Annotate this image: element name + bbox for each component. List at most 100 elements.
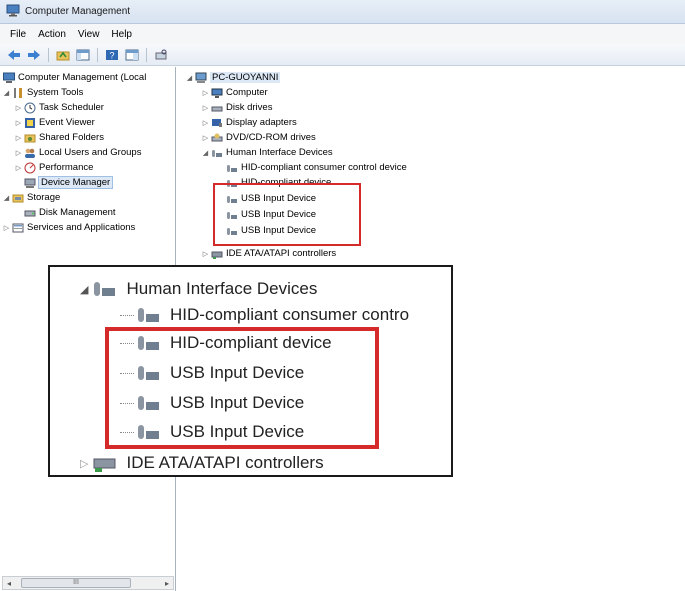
collapsed-arrow-icon[interactable]: ▷ [201,130,210,145]
zoom-label: IDE ATA/ATAPI controllers [126,453,324,472]
services-icon [12,222,24,234]
tree-label: Disk drives [226,102,273,113]
menu-bar: File Action View Help [0,24,685,44]
shared-folder-icon [24,132,36,144]
collapsed-arrow-icon: ▷ [80,457,89,470]
title-bar: Computer Management [0,0,685,24]
collapsed-arrow-icon[interactable]: ▷ [201,100,210,115]
tree-item-computer[interactable]: ▷ Computer [201,85,268,100]
disk-icon [24,207,36,219]
device-manager-icon [24,177,36,189]
tree-item-storage[interactable]: ◢ Storage [2,190,60,205]
tree-label: Device Manager [37,176,114,189]
zoom-label: Human Interface Devices [126,279,318,298]
console-tree-icon[interactable] [75,47,91,63]
tree-label: System Tools [27,87,84,98]
tree-item-local-users[interactable]: ▷ Local Users and Groups [14,145,142,160]
performance-icon [24,162,36,174]
tree-item-services-apps[interactable]: ▷ Services and Applications [2,220,135,235]
expanded-arrow-icon[interactable]: ◢ [2,85,11,100]
menu-action[interactable]: Action [32,29,72,40]
collapsed-arrow-icon[interactable]: ▷ [201,246,210,261]
toolbar-separator [48,47,49,62]
hid-device-icon [136,304,162,326]
forward-icon[interactable] [26,47,42,63]
expanded-arrow-icon: ◢ [80,283,89,296]
tree-item-pc[interactable]: ◢ PC-GUOYANNI [185,70,281,85]
tree-item-dvd-drives[interactable]: ▷ DVD/CD-ROM drives [201,130,316,145]
tree-label: Computer [226,87,268,98]
collapsed-arrow-icon[interactable]: ▷ [201,85,210,100]
tree-label: Task Scheduler [39,102,104,113]
zoom-item-ide-controllers: ▷ IDE ATA/ATAPI controllers [80,449,324,475]
pc-icon [195,72,207,84]
back-icon[interactable] [6,47,22,63]
scroll-right-icon[interactable]: ▸ [161,579,173,588]
tree-label: Shared Folders [39,132,104,143]
scan-hardware-icon[interactable] [153,47,169,63]
help-icon[interactable]: ? [104,47,120,63]
tree-item-human-interface-devices[interactable]: ◢ Human Interface Devices [201,145,333,160]
ide-controller-icon [211,248,223,260]
tree-item-disk-management[interactable]: Disk Management [23,205,116,220]
scroll-thumb[interactable]: III [21,578,131,588]
collapsed-arrow-icon[interactable]: ▷ [14,145,23,160]
expanded-arrow-icon[interactable]: ◢ [185,70,194,85]
highlight-box [213,183,361,246]
collapsed-arrow-icon[interactable]: ▷ [14,115,23,130]
tree-label: Performance [39,162,94,173]
dvd-drive-icon [211,132,223,144]
tree-item-display-adapters[interactable]: ▷ Display adapters [201,115,297,130]
hid-icon [211,147,223,159]
computer-icon [211,87,223,99]
tree-label: Storage [27,192,61,203]
tree-item-device-manager[interactable]: Device Manager [23,175,114,190]
tree-item-disk-drives[interactable]: ▷ Disk drives [201,100,273,115]
scroll-left-icon[interactable]: ◂ [3,579,15,588]
hid-device-icon [226,162,238,174]
hid-icon [92,278,118,300]
storage-icon [12,192,24,204]
collapsed-arrow-icon[interactable]: ▷ [14,160,23,175]
collapsed-arrow-icon[interactable]: ▷ [201,115,210,130]
toolbar: ? [0,44,685,66]
expanded-arrow-icon[interactable]: ◢ [2,190,11,205]
menu-file[interactable]: File [4,29,32,40]
zoom-item-hid-consumer-control: HID-compliant consumer contro [120,301,409,329]
tree-label: Human Interface Devices [226,147,333,158]
tree-item-performance[interactable]: ▷ Performance [14,160,93,175]
zoom-label: HID-compliant consumer contro [170,305,410,324]
tree-item-computer-management[interactable]: Computer Management (Local [2,70,146,85]
tree-label: HID-compliant consumer control device [241,162,407,173]
tree-label: Local Users and Groups [39,147,142,158]
tree-label: Disk Management [39,207,116,218]
zoom-inset: ◢ Human Interface Devices HID-compliant … [48,265,453,477]
tree-item-task-scheduler[interactable]: ▷ Task Scheduler [14,100,104,115]
collapsed-arrow-icon[interactable]: ▷ [14,130,23,145]
menu-help[interactable]: Help [105,29,138,40]
toolbar-separator [146,47,147,62]
up-folder-icon[interactable] [55,47,71,63]
event-viewer-icon [24,117,36,129]
window-title: Computer Management [25,6,131,17]
tree-label: Event Viewer [39,117,95,128]
zoom-item-human-interface-devices: ◢ Human Interface Devices [80,275,317,303]
menu-view[interactable]: View [72,29,106,40]
tree-label: PC-GUOYANNI [210,72,281,83]
tree-connector [120,314,134,316]
expanded-arrow-icon[interactable]: ◢ [201,145,210,160]
tree-item-hid-consumer-control[interactable]: HID-compliant consumer control device [225,160,407,175]
tree-item-system-tools[interactable]: ◢ System Tools [2,85,84,100]
properties-icon[interactable] [124,47,140,63]
toolbar-separator [97,47,98,62]
horizontal-scrollbar[interactable]: ◂ III ▸ [2,576,174,590]
collapsed-arrow-icon[interactable]: ▷ [14,100,23,115]
users-icon [24,147,36,159]
clock-icon [24,102,36,114]
svg-text:?: ? [109,50,114,60]
tree-item-shared-folders[interactable]: ▷ Shared Folders [14,130,104,145]
collapsed-arrow-icon[interactable]: ▷ [2,220,11,235]
tree-item-event-viewer[interactable]: ▷ Event Viewer [14,115,95,130]
tree-item-ide-controllers[interactable]: ▷ IDE ATA/ATAPI controllers [201,246,336,261]
disk-drive-icon [211,102,223,114]
